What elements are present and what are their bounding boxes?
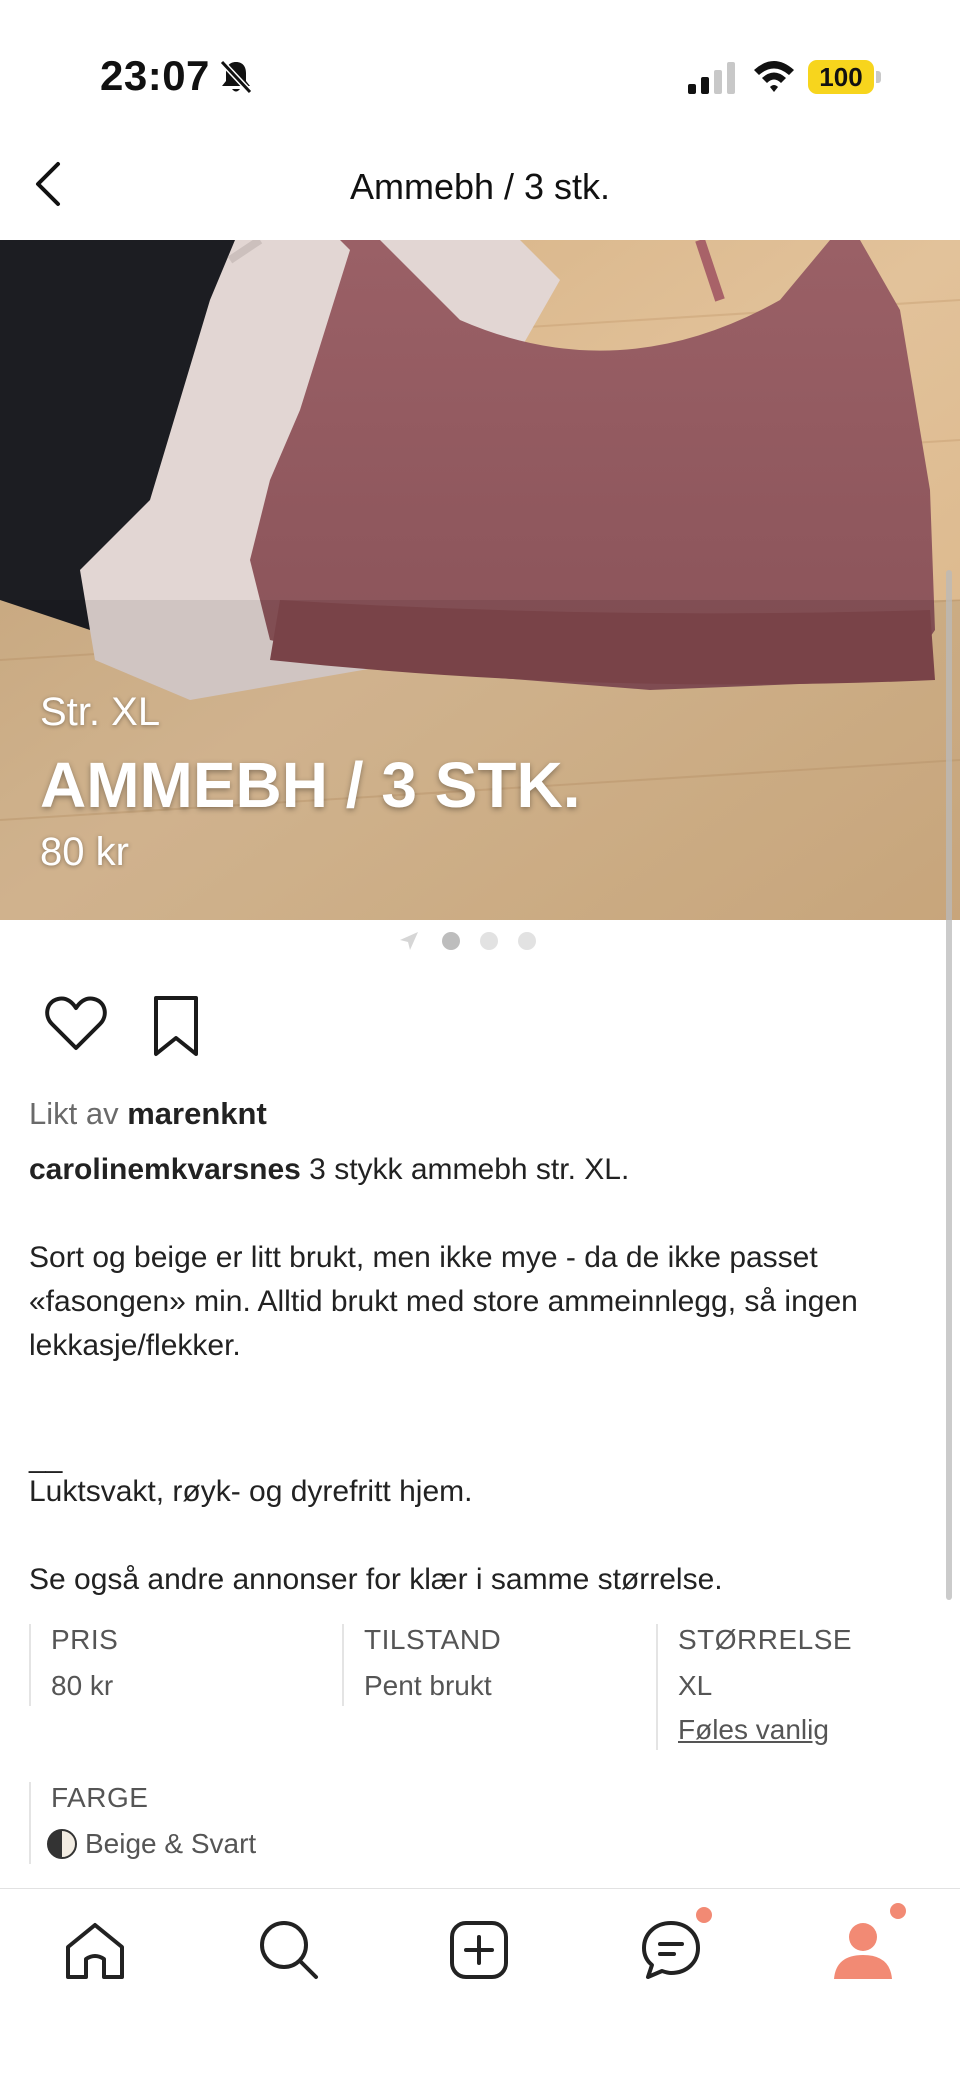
color-swatch-icon <box>47 1829 77 1859</box>
battery-cap <box>876 71 881 83</box>
bookmark-icon[interactable] <box>148 994 204 1058</box>
liked-by-prefix: Likt av <box>29 1096 119 1131</box>
size-fit-link[interactable]: Føles vanlig <box>678 1714 852 1746</box>
description-first-line: 3 stykk ammebh str. XL. <box>300 1153 630 1186</box>
attribute-price: PRIS 80 kr <box>29 1624 118 1706</box>
attribute-size-value: XL <box>678 1670 713 1701</box>
profile-icon[interactable] <box>830 1917 896 1983</box>
attribute-size: STØRRELSE XL Føles vanlig <box>656 1624 852 1750</box>
attribute-color-value: Beige & Svart <box>85 1828 257 1859</box>
description-paragraph-3: Se også andre annonser for klær i samme … <box>29 1563 723 1596</box>
scrollbar[interactable] <box>946 570 952 1600</box>
heart-icon[interactable] <box>44 994 108 1054</box>
location-arrow-icon <box>400 932 418 950</box>
listing-description: carolinemkvarsnes 3 stykk ammebh str. XL… <box>29 1148 929 1602</box>
status-bar: 23:07 100 <box>0 0 960 150</box>
pagination-dot-3[interactable] <box>518 932 536 950</box>
pagination-dot-1[interactable] <box>442 932 460 950</box>
hero-price: 80 kr <box>40 830 129 874</box>
seller-username[interactable]: carolinemkvarsnes <box>29 1153 301 1186</box>
messages-notification-badge <box>696 1907 712 1923</box>
description-separator: __ <box>29 1441 63 1474</box>
attribute-size-label: STØRRELSE <box>678 1624 853 1655</box>
hero-size-label: Str. XL <box>40 690 161 734</box>
liked-by-user[interactable]: marenknt <box>127 1096 267 1131</box>
attribute-color-label: FARGE <box>51 1782 149 1813</box>
signal-icon <box>688 62 735 94</box>
home-icon[interactable] <box>62 1917 128 1983</box>
hero-title: AMMEBH / 3 STK. <box>40 749 581 821</box>
battery-icon: 100 <box>808 60 874 94</box>
pagination-dot-2[interactable] <box>480 932 498 950</box>
image-pagination <box>398 928 568 952</box>
attribute-price-value: 80 kr <box>51 1670 114 1701</box>
description-paragraph-1: Sort og beige er litt brukt, men ikke my… <box>29 1241 858 1362</box>
page-title: Ammebh / 3 stk. <box>349 166 611 207</box>
bell-muted-icon <box>219 59 253 95</box>
attribute-price-label: PRIS <box>51 1624 119 1655</box>
profile-notification-badge <box>890 1903 906 1919</box>
attribute-condition: TILSTAND Pent brukt <box>342 1624 501 1706</box>
status-time: 23:07 <box>100 52 210 99</box>
attribute-color-value-row: Beige & Svart <box>47 1828 256 1860</box>
search-icon[interactable] <box>256 1917 322 1983</box>
description-paragraph-2: Luktsvakt, røyk- og dyrefritt hjem. <box>29 1475 473 1508</box>
tab-bar <box>0 1888 960 2087</box>
attribute-condition-value: Pent brukt <box>364 1670 492 1701</box>
attribute-condition-label: TILSTAND <box>364 1624 502 1655</box>
liked-by: Likt av marenknt <box>29 1096 267 1132</box>
messages-icon[interactable] <box>638 1917 704 1983</box>
add-icon[interactable] <box>446 1917 512 1983</box>
attribute-color: FARGE Beige & Svart <box>29 1782 256 1864</box>
wifi-icon <box>754 61 794 92</box>
listing-image[interactable]: Str. XL AMMEBH / 3 STK. 80 kr <box>0 240 960 920</box>
